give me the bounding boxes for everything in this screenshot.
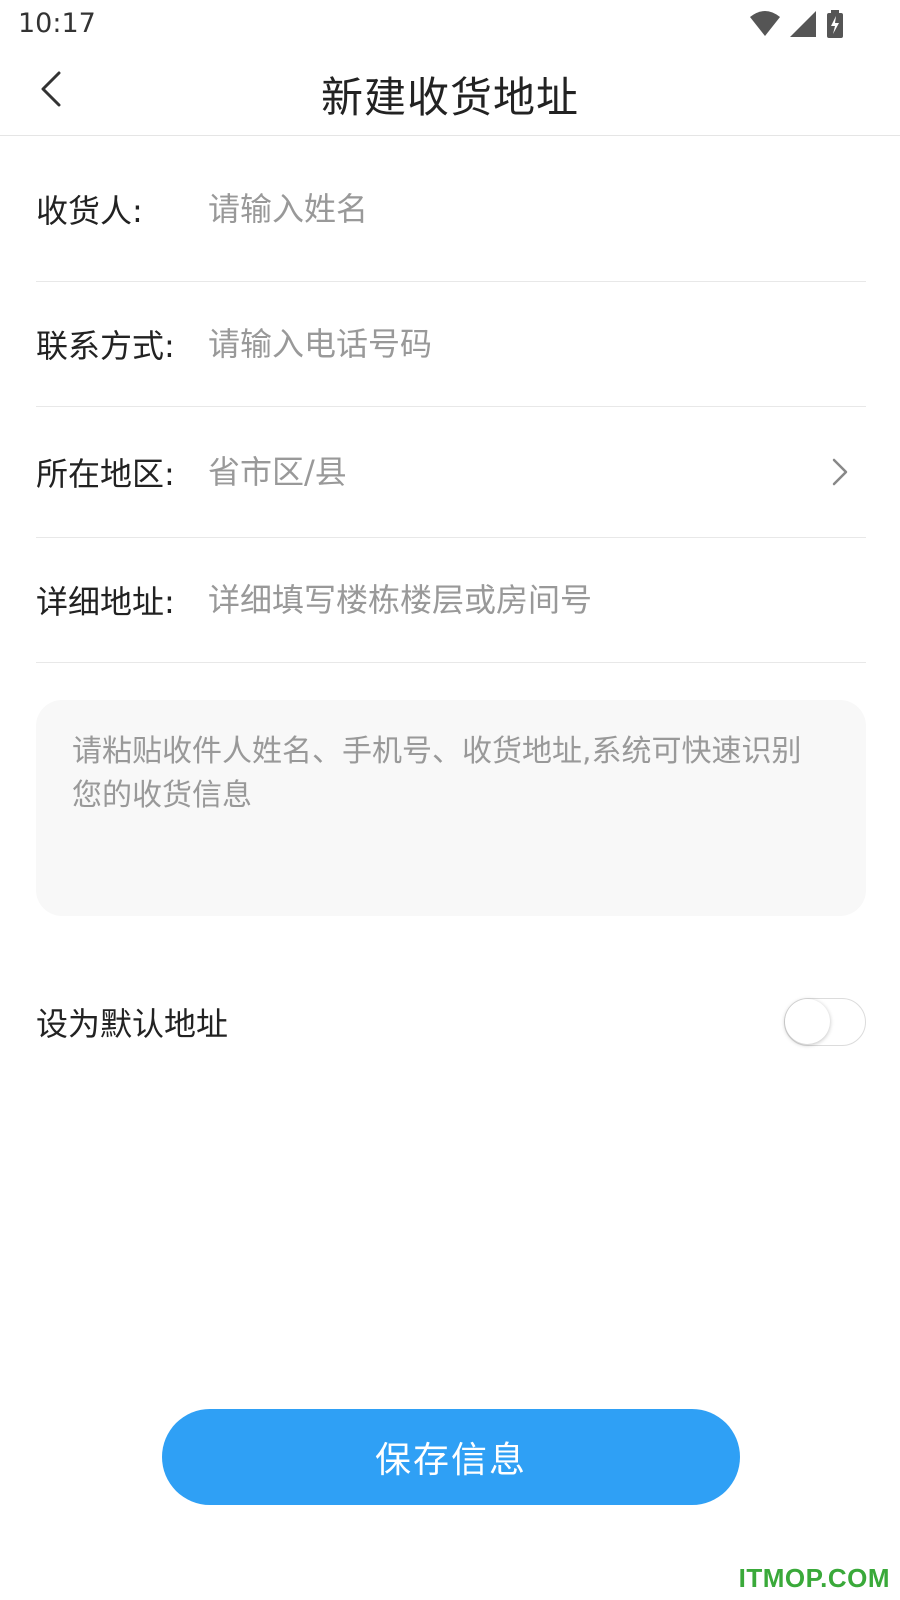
- signal-icon: [790, 11, 816, 41]
- paste-recognition-textarea[interactable]: [36, 700, 866, 916]
- toggle-knob: [785, 999, 830, 1044]
- paste-box: [36, 700, 866, 916]
- region-select[interactable]: [208, 453, 822, 491]
- save-button[interactable]: 保存信息: [162, 1409, 740, 1505]
- default-address-label: 设为默认地址: [36, 1005, 229, 1043]
- detail-label: 详细地址:: [36, 583, 175, 621]
- status-time: 10:17: [18, 8, 96, 39]
- watermark: ITMOP.COM: [738, 1563, 890, 1593]
- nav-bar: 新建收货地址: [0, 50, 900, 136]
- status-bar: 10:17: [0, 0, 900, 50]
- detail-address-input[interactable]: [208, 581, 866, 619]
- region-row[interactable]: 所在地区:: [36, 407, 866, 538]
- wifi-icon: [750, 11, 780, 41]
- phone-label: 联系方式:: [36, 327, 175, 365]
- phone-row: 联系方式:: [36, 282, 866, 407]
- phone-input[interactable]: [208, 325, 866, 363]
- name-label: 收货人:: [36, 191, 143, 230]
- name-row: 收货人:: [36, 136, 866, 282]
- battery-charging-icon: [826, 10, 844, 42]
- status-icons: [750, 10, 844, 42]
- default-address-row: 设为默认地址: [36, 992, 866, 1052]
- page-title: 新建收货地址: [320, 73, 579, 122]
- name-input[interactable]: [208, 189, 866, 228]
- chevron-right-icon: [822, 454, 858, 490]
- default-address-toggle[interactable]: [784, 998, 866, 1046]
- detail-row: 详细地址:: [36, 538, 866, 663]
- region-label: 所在地区:: [36, 455, 175, 493]
